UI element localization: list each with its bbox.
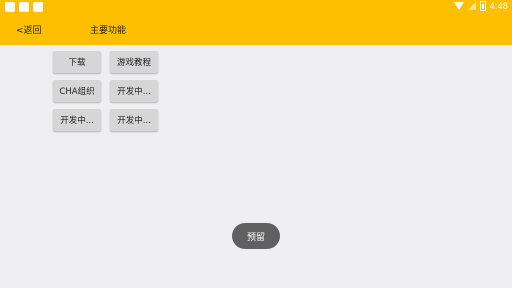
signal-icon	[467, 2, 476, 10]
in-development-button[interactable]: 开发中...	[110, 109, 158, 131]
in-development-button[interactable]: 开发中...	[53, 109, 101, 131]
download-button[interactable]: 下载	[53, 51, 101, 73]
notification-icon	[19, 2, 29, 12]
back-button[interactable]: <返回	[16, 25, 42, 37]
status-time: 4:48	[489, 1, 508, 11]
status-bar-system: 4:48	[453, 1, 508, 11]
cha-organization-button[interactable]: CHA组织	[53, 80, 101, 102]
wifi-icon	[453, 2, 464, 10]
game-tutorial-button[interactable]: 游戏教程	[110, 51, 158, 73]
notification-icon	[5, 2, 15, 12]
app-header: 4:48 <返回 主要功能	[0, 0, 512, 45]
reserved-toast: 预留	[232, 223, 280, 249]
battery-icon	[479, 1, 486, 11]
notification-icon	[33, 2, 43, 12]
status-bar-notifications	[5, 2, 43, 12]
in-development-button[interactable]: 开发中...	[110, 80, 158, 102]
page-title: 主要功能	[90, 26, 127, 36]
